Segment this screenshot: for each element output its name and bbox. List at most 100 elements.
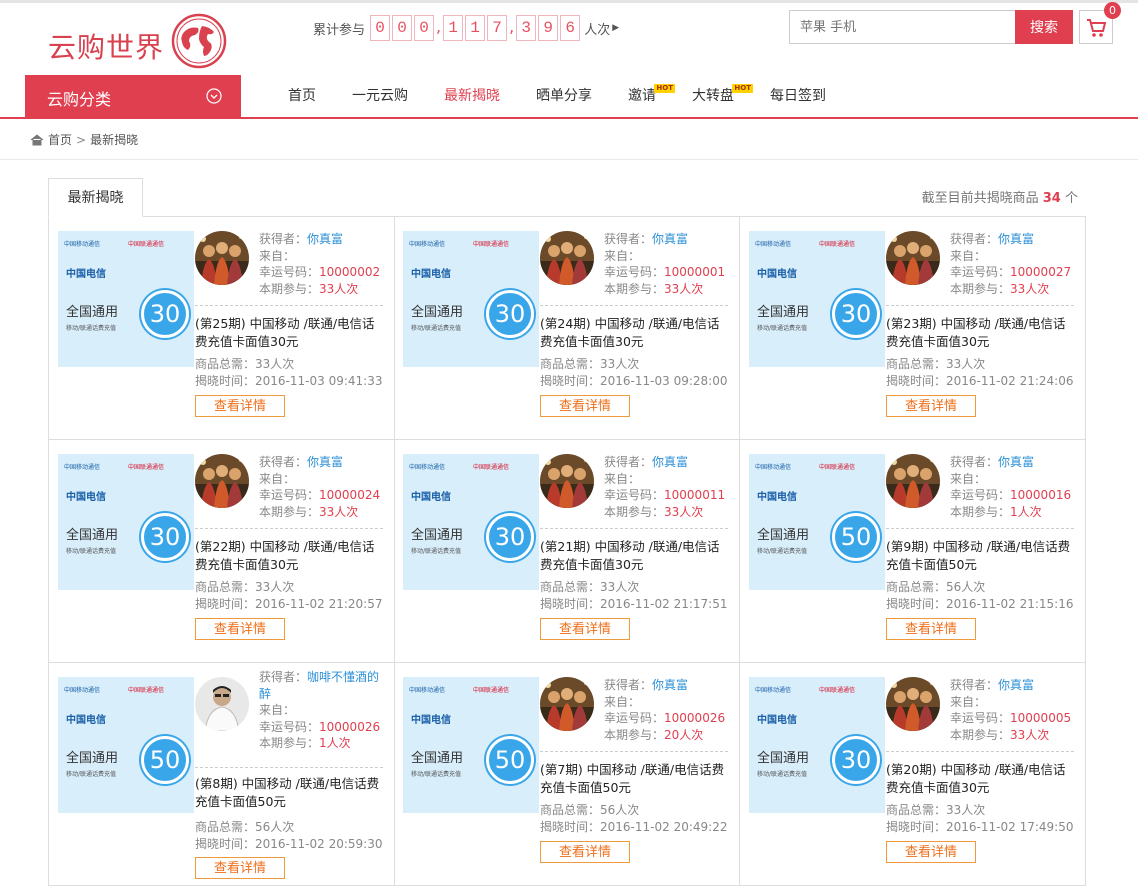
lucky-number: 10000011 <box>664 488 726 502</box>
product-image[interactable]: 中国移动通信 中国联通通信 中国电信 全国通用 移动/联通话费充值 30 <box>58 454 194 590</box>
total-need-label: 商品总需： <box>886 580 947 594</box>
product-title[interactable]: (第23期) 中国移动 /联通/电信话费充值卡面值30元 <box>886 315 1076 351</box>
breadcrumb: 首页 > 最新揭晓 <box>30 131 138 148</box>
product-title[interactable]: (第7期) 中国移动 /联通/电信话费充值卡面值50元 <box>540 761 730 797</box>
nav-item-3[interactable]: 晒单分享 <box>518 75 610 117</box>
nav-item-label: 晒单分享 <box>536 88 592 104</box>
counter-unit: 人次 <box>584 22 611 38</box>
avatar[interactable] <box>886 454 940 508</box>
winner-name[interactable]: 你真富 <box>998 455 1034 469</box>
nav-item-0[interactable]: 首页 <box>270 75 334 117</box>
winner-name[interactable]: 你真富 <box>307 232 343 246</box>
product-title[interactable]: (第9期) 中国移动 /联通/电信话费充值卡面值50元 <box>886 538 1076 574</box>
avatar[interactable] <box>195 677 249 731</box>
joined-label: 本期参与： <box>950 727 1011 742</box>
item-meta: 商品总需：33人次 揭晓时间：2016-11-02 21:24:06 <box>886 356 1073 389</box>
view-details-button[interactable]: 查看详情 <box>195 618 285 640</box>
hot-badge: HOT <box>732 84 753 93</box>
winner-label: 获得者： <box>950 232 999 246</box>
winner-name[interactable]: 你真富 <box>652 678 688 692</box>
from-label: 来自： <box>604 471 641 486</box>
winner-name[interactable]: 你真富 <box>998 232 1034 246</box>
view-details-button[interactable]: 查看详情 <box>886 841 976 863</box>
product-image[interactable]: 中国移动通信 中国联通通信 中国电信 全国通用 移动/联通话费充值 30 <box>403 454 539 590</box>
winner-name[interactable]: 你真富 <box>307 455 343 469</box>
divider <box>195 767 383 768</box>
product-image[interactable]: 中国移动通信 中国联通通信 中国电信 全国通用 移动/联通话费充值 50 <box>58 677 194 813</box>
nav-item-1[interactable]: 一元云购 <box>334 75 426 117</box>
total-need-value: 33人次 <box>600 357 640 371</box>
winner-name[interactable]: 你真富 <box>652 232 688 246</box>
winner-name[interactable]: 你真富 <box>998 678 1034 692</box>
winner-label: 获得者： <box>604 232 653 246</box>
lucky-label: 幸运号码： <box>604 711 665 725</box>
counter-digits: 000,117,396 <box>369 15 581 41</box>
brand-unicom: 中国联通通信 <box>128 464 165 471</box>
revealed-item-card: 中国移动通信 中国联通通信 中国电信 全国通用 移动/联通话费充值 30 获得者：你真富 来自… <box>49 440 395 663</box>
nav-item-4[interactable]: 邀请 HOT <box>610 75 675 117</box>
view-details-button[interactable]: 查看详情 <box>195 395 285 417</box>
avatar[interactable] <box>886 677 940 731</box>
search-button[interactable]: 搜索 <box>1015 10 1073 44</box>
lucky-label: 幸运号码： <box>950 711 1011 725</box>
winner-label: 获得者： <box>259 232 308 246</box>
avatar[interactable] <box>540 231 594 285</box>
search-input[interactable] <box>789 10 1015 44</box>
total-need-value: 33人次 <box>600 580 640 594</box>
tab-latest-revealed[interactable]: 最新揭晓 <box>48 178 143 217</box>
nav-item-6[interactable]: 每日签到 <box>752 75 844 117</box>
nav-item-label: 最新揭晓 <box>444 88 500 104</box>
site-logo[interactable]: 云购世界 <box>48 12 238 74</box>
avatar[interactable] <box>540 454 594 508</box>
product-title[interactable]: (第20期) 中国移动 /联通/电信话费充值卡面值30元 <box>886 761 1076 797</box>
divider <box>540 305 728 306</box>
product-title[interactable]: (第22期) 中国移动 /联通/电信话费充值卡面值30元 <box>195 538 385 574</box>
nav-item-5[interactable]: 大转盘 HOT <box>674 75 753 117</box>
view-details-button[interactable]: 查看详情 <box>540 618 630 640</box>
avatar[interactable] <box>195 231 249 285</box>
product-image[interactable]: 中国移动通信 中国联通通信 中国电信 全国通用 移动/联通话费充值 30 <box>403 231 539 367</box>
avatar[interactable] <box>886 231 940 285</box>
view-details-button[interactable]: 查看详情 <box>540 395 630 417</box>
caret-right-icon[interactable]: ▶ <box>612 23 619 33</box>
product-image[interactable]: 中国移动通信 中国联通通信 中国电信 全国通用 移动/联通话费充值 30 <box>749 677 885 813</box>
product-image[interactable]: 中国移动通信 中国联通通信 中国电信 全国通用 移动/联通话费充值 30 <box>749 231 885 367</box>
category-menu-button[interactable]: 云购分类 <box>25 75 241 117</box>
view-details-button[interactable]: 查看详情 <box>195 857 285 879</box>
product-title[interactable]: (第25期) 中国移动 /联通/电信话费充值卡面值30元 <box>195 315 385 351</box>
logo-text: 云购世界 <box>48 31 165 64</box>
revealed-total: 截至目前共揭晓商品 34 个 <box>922 187 1078 206</box>
view-details-button[interactable]: 查看详情 <box>886 618 976 640</box>
nav-item-2[interactable]: 最新揭晓 <box>426 75 518 117</box>
nav-item-label: 大转盘 <box>692 88 734 104</box>
product-title[interactable]: (第8期) 中国移动 /联通/电信话费充值卡面值50元 <box>195 775 385 811</box>
lucky-label: 幸运号码： <box>604 265 665 279</box>
product-image[interactable]: 中国移动通信 中国联通通信 中国电信 全国通用 移动/联通话费充值 30 <box>58 231 194 367</box>
breadcrumb-home[interactable]: 首页 <box>48 131 72 148</box>
joined-count: 33人次 <box>664 281 704 296</box>
product-image[interactable]: 中国移动通信 中国联通通信 中国电信 全国通用 移动/联通话费充值 50 <box>403 677 539 813</box>
revealed-items-grid: 中国移动通信 中国联通通信 中国电信 全国通用 移动/联通话费充值 30 获得者：你真富 来自… <box>48 216 1086 886</box>
view-details-button[interactable]: 查看详情 <box>886 395 976 417</box>
lucky-number: 10000027 <box>1010 265 1072 279</box>
avatar[interactable] <box>195 454 249 508</box>
brand-telecom: 中国电信 <box>411 492 451 503</box>
product-image[interactable]: 中国移动通信 中国联通通信 中国电信 全国通用 移动/联通话费充值 50 <box>749 454 885 590</box>
divider <box>195 305 383 306</box>
reveal-time-label: 揭晓时间： <box>886 596 947 611</box>
total-need-label: 商品总需： <box>886 803 947 817</box>
revealed-item-card: 中国移动通信 中国联通通信 中国电信 全国通用 移动/联通话费充值 50 获得者：你真富 来自… <box>740 440 1086 663</box>
card-value: 30 <box>832 736 880 784</box>
card-value: 50 <box>832 513 880 561</box>
joined-label: 本期参与： <box>950 504 1011 519</box>
nav-item-label: 邀请 <box>628 88 656 104</box>
avatar[interactable] <box>540 677 594 731</box>
winner-name[interactable]: 你真富 <box>652 455 688 469</box>
total-need-value: 56人次 <box>946 580 986 594</box>
product-title[interactable]: (第24期) 中国移动 /联通/电信话费充值卡面值30元 <box>540 315 730 351</box>
brand-unicom: 中国联通通信 <box>473 687 510 694</box>
brand-telecom: 中国电信 <box>757 492 797 503</box>
view-details-button[interactable]: 查看详情 <box>540 841 630 863</box>
from-label: 来自： <box>950 694 987 709</box>
product-title[interactable]: (第21期) 中国移动 /联通/电信话费充值卡面值30元 <box>540 538 730 574</box>
